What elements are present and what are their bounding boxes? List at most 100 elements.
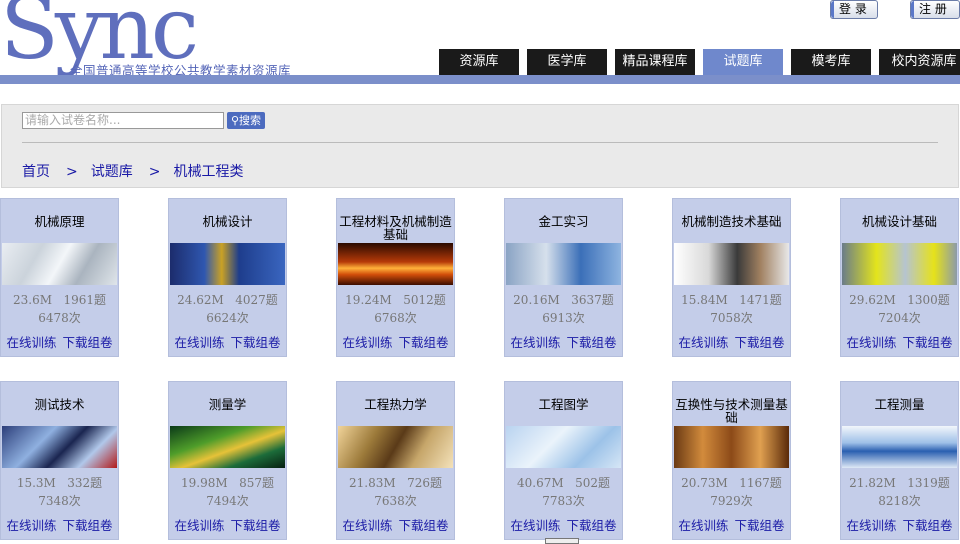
register-button[interactable]: 注 册 (910, 0, 960, 19)
card-thumbnail[interactable] (842, 426, 957, 468)
question-bank-card: 金工实习 20.16M 3637题 6913次 在线训练 下载组卷 (504, 198, 623, 357)
card-title[interactable]: 测量学 (169, 398, 286, 411)
card-thumbnail[interactable] (506, 243, 621, 285)
card-stats: 19.24M 5012题 (337, 291, 454, 308)
card-title[interactable]: 机械设计基础 (841, 215, 958, 228)
download-paper-link[interactable]: 下载组卷 (63, 335, 113, 350)
card-question-count: 5012题 (403, 293, 446, 307)
online-training-link[interactable]: 在线训练 (6, 518, 56, 533)
card-usage-count: 7929次 (710, 494, 753, 508)
breadcrumb-separator: > (148, 164, 161, 180)
online-training-link[interactable]: 在线训练 (174, 518, 224, 533)
card-thumbnail[interactable] (170, 243, 285, 285)
online-training-link[interactable]: 在线训练 (678, 335, 728, 350)
card-question-count: 1471题 (739, 293, 782, 307)
card-question-count: 1961题 (63, 293, 106, 307)
main-nav: 资源库 医学库 精品课程库 试题库 模考库 校内资源库 (439, 49, 960, 75)
download-paper-link[interactable]: 下载组卷 (903, 518, 953, 533)
question-bank-card: 机械设计 24.62M 4027题 6624次 在线训练 下载组卷 (168, 198, 287, 357)
download-paper-link[interactable]: 下载组卷 (231, 335, 281, 350)
card-thumbnail[interactable] (674, 243, 789, 285)
online-training-link[interactable]: 在线训练 (846, 335, 896, 350)
card-title[interactable]: 机械制造技术基础 (673, 215, 790, 228)
header-bar (0, 75, 960, 84)
online-training-link[interactable]: 在线训练 (342, 335, 392, 350)
card-thumbnail[interactable] (170, 426, 285, 468)
card-title[interactable]: 机械原理 (1, 215, 118, 228)
card-size: 29.62M (849, 293, 896, 307)
card-thumbnail[interactable] (338, 426, 453, 468)
search-button[interactable]: ⚲搜索 (227, 112, 265, 129)
download-paper-link[interactable]: 下载组卷 (231, 518, 281, 533)
card-title[interactable]: 工程图学 (505, 398, 622, 411)
card-stats: 19.98M 857题 (169, 474, 286, 491)
card-usage-count: 7783次 (542, 494, 585, 508)
tab-questions[interactable]: 试题库 (703, 49, 783, 75)
card-question-count: 502题 (575, 476, 610, 490)
card-title[interactable]: 金工实习 (505, 215, 622, 228)
download-paper-link[interactable]: 下载组卷 (63, 518, 113, 533)
card-stats: 15.3M 332题 (1, 474, 118, 491)
breadcrumb-home[interactable]: 首页 (22, 164, 50, 180)
card-stats: 21.82M 1319题 (841, 474, 958, 491)
card-links: 在线训练 下载组卷 (337, 515, 454, 534)
card-title[interactable]: 工程测量 (841, 398, 958, 411)
card-thumbnail[interactable] (674, 426, 789, 468)
card-links: 在线训练 下载组卷 (505, 332, 622, 351)
card-title[interactable]: 互换性与技术测量基础 (673, 398, 790, 424)
card-usage-count: 7494次 (206, 494, 249, 508)
card-title[interactable]: 机械设计 (169, 215, 286, 228)
search-icon: ⚲ (230, 114, 240, 127)
card-thumbnail[interactable] (842, 243, 957, 285)
card-usage-count: 7348次 (38, 494, 81, 508)
download-paper-link[interactable]: 下载组卷 (735, 335, 785, 350)
tab-campus[interactable]: 校内资源库 (879, 49, 960, 75)
card-thumbnail[interactable] (338, 243, 453, 285)
online-training-link[interactable]: 在线训练 (678, 518, 728, 533)
card-title[interactable]: 测试技术 (1, 398, 118, 411)
card-stats: 15.84M 1471题 (673, 291, 790, 308)
card-size: 15.84M (681, 293, 728, 307)
online-training-link[interactable]: 在线训练 (342, 518, 392, 533)
card-links: 在线训练 下载组卷 (169, 332, 286, 351)
card-title[interactable]: 工程材料及机械制造基础 (337, 215, 454, 241)
card-usage-count: 6624次 (206, 311, 249, 325)
breadcrumb-mechanical[interactable]: 机械工程类 (173, 164, 243, 180)
breadcrumb-separator: > (66, 164, 78, 180)
breadcrumb-question-bank[interactable]: 试题库 (91, 164, 133, 180)
tab-mock-exam[interactable]: 模考库 (791, 49, 871, 75)
tab-courses[interactable]: 精品课程库 (615, 49, 695, 75)
card-thumbnail[interactable] (506, 426, 621, 468)
card-usage-count: 6768次 (374, 311, 417, 325)
breadcrumb: 首页 > 试题库 > 机械工程类 (22, 161, 243, 181)
question-bank-card: 工程测量 21.82M 1319题 8218次 在线训练 下载组卷 (840, 381, 959, 540)
card-usage-count: 7204次 (878, 311, 921, 325)
search-input[interactable]: 请输入试卷名称... (22, 112, 224, 129)
question-bank-card: 机械制造技术基础 15.84M 1471题 7058次 在线训练 下载组卷 (672, 198, 791, 357)
tab-medical[interactable]: 医学库 (527, 49, 607, 75)
card-thumbnail[interactable] (2, 243, 117, 285)
download-paper-link[interactable]: 下载组卷 (567, 335, 617, 350)
card-usage-count: 7638次 (374, 494, 417, 508)
card-title[interactable]: 工程热力学 (337, 398, 454, 411)
login-button[interactable]: 登 录 (830, 0, 878, 19)
card-thumbnail[interactable] (2, 426, 117, 468)
question-bank-card: 工程图学 40.67M 502题 7783次 在线训练 下载组卷 (504, 381, 623, 540)
card-question-count: 857题 (239, 476, 274, 490)
card-links: 在线训练 下载组卷 (337, 332, 454, 351)
online-training-link[interactable]: 在线训练 (6, 335, 56, 350)
pagination-control[interactable] (545, 538, 579, 544)
online-training-link[interactable]: 在线训练 (846, 518, 896, 533)
online-training-link[interactable]: 在线训练 (510, 518, 560, 533)
online-training-link[interactable]: 在线训练 (510, 335, 560, 350)
divider (22, 142, 938, 143)
card-links: 在线训练 下载组卷 (169, 515, 286, 534)
download-paper-link[interactable]: 下载组卷 (903, 335, 953, 350)
download-paper-link[interactable]: 下载组卷 (567, 518, 617, 533)
tab-resource[interactable]: 资源库 (439, 49, 519, 75)
online-training-link[interactable]: 在线训练 (174, 335, 224, 350)
download-paper-link[interactable]: 下载组卷 (735, 518, 785, 533)
download-paper-link[interactable]: 下载组卷 (399, 335, 449, 350)
download-paper-link[interactable]: 下载组卷 (399, 518, 449, 533)
search-button-label: 搜索 (239, 114, 262, 127)
